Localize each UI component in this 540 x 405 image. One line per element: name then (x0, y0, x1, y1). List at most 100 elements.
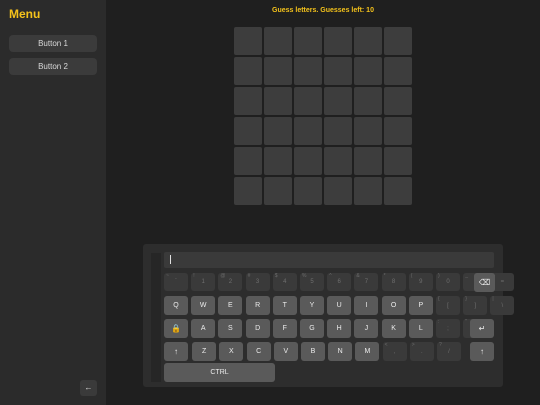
key-v[interactable]: V (273, 342, 298, 361)
key-o[interactable]: O (381, 296, 406, 315)
key-label: 2 (228, 279, 233, 285)
caps-lock-key[interactable]: 🔒 (164, 319, 188, 338)
key-d[interactable]: D (245, 319, 270, 338)
key-label: R (255, 302, 261, 309)
text-caret (170, 255, 171, 264)
key-label: . (420, 348, 423, 355)
grid-cell (384, 177, 412, 205)
key-e[interactable]: E (218, 296, 243, 315)
grid-cell (324, 27, 352, 55)
grid-cell (234, 87, 262, 115)
shift-key-left[interactable]: ↑ (164, 342, 188, 361)
key-symbol: >. (409, 342, 434, 361)
key-shift-symbol: ~ (166, 273, 169, 279)
key-10: (9 (408, 273, 433, 291)
grid-cell (384, 117, 412, 145)
key-label: 8 (391, 279, 396, 285)
key-n[interactable]: N (328, 342, 353, 361)
grid-cell (264, 147, 292, 175)
key-label: G (309, 325, 315, 332)
key-label: Q (173, 302, 179, 309)
grid-cell (324, 177, 352, 205)
grid-cell (294, 177, 322, 205)
key-1: ~ ` (164, 273, 188, 291)
key-x[interactable]: X (219, 342, 244, 361)
key-shift-symbol: ( (410, 273, 413, 279)
key-k[interactable]: K (381, 319, 406, 338)
key-t[interactable]: T (272, 296, 297, 315)
key-label: Z (202, 348, 207, 355)
grid-cell (264, 177, 292, 205)
grid-cell (294, 27, 322, 55)
key-label: ; (447, 325, 449, 332)
backspace-key[interactable]: ⌫ (474, 273, 495, 292)
key-a[interactable]: A (191, 319, 216, 338)
key-j[interactable]: J (354, 319, 379, 338)
key-label: D (255, 325, 261, 332)
key-label: M (364, 348, 371, 355)
key-label: X (229, 348, 234, 355)
key-label: O (390, 302, 397, 309)
key-p[interactable]: P (408, 296, 433, 315)
grid-cell (294, 57, 322, 85)
key-f[interactable]: F (272, 319, 297, 338)
key-5: $4 (272, 273, 297, 291)
key-label: U (336, 302, 342, 309)
button-2[interactable]: Button 2 (9, 58, 97, 75)
key-9: * 8 (381, 273, 406, 291)
grid-cell (234, 147, 262, 175)
key-q[interactable]: Q (164, 296, 188, 315)
key-shift-symbol: } (465, 296, 467, 302)
grid-cell (234, 57, 262, 85)
key-y[interactable]: Y (300, 296, 324, 315)
key-shift-symbol: @ (220, 273, 226, 279)
enter-key[interactable]: ↵ (470, 319, 494, 338)
key-label: \ (501, 302, 504, 309)
keyboard-text-input[interactable] (164, 252, 494, 268)
key-w[interactable]: W (191, 296, 216, 315)
key-label: J (364, 325, 369, 332)
arrow-left-icon: ← (84, 383, 93, 392)
key-c[interactable]: C (246, 342, 271, 361)
key-label: I (365, 302, 368, 309)
grid-cell (264, 117, 292, 145)
key-label: 3 (255, 279, 260, 285)
key-z[interactable]: Z (192, 342, 217, 361)
key-symbol: ? / (437, 342, 461, 361)
key-label: ` (175, 279, 177, 285)
key-shift-symbol: ! (193, 273, 195, 279)
button-1[interactable]: Button 1 (9, 35, 97, 52)
key-g[interactable]: G (300, 319, 324, 338)
key-h[interactable]: H (327, 319, 352, 338)
grid-cell (264, 27, 292, 55)
grid-cell (294, 147, 322, 175)
shift-up-arrow-icon: ↑ (174, 346, 178, 356)
key-label: L (418, 325, 423, 332)
grid-cell (324, 87, 352, 115)
key-b[interactable]: B (301, 342, 325, 361)
key-label: W (199, 302, 207, 309)
lock-icon: 🔒 (171, 323, 181, 333)
key-shift-symbol: _ (465, 273, 468, 279)
key-s[interactable]: S (218, 319, 243, 338)
grid-cell (324, 147, 352, 175)
key-r[interactable]: R (245, 296, 270, 315)
grid-cell (324, 117, 352, 145)
key-shift-symbol: : (438, 319, 440, 325)
letter-grid (234, 27, 412, 205)
enter-icon: ↵ (478, 323, 486, 333)
grid-cell (354, 177, 382, 205)
shift-key-right[interactable]: ↑ (470, 342, 494, 361)
key-m[interactable]: M (355, 342, 380, 361)
backspace-icon: ⌫ (478, 277, 491, 287)
grid-cell (234, 177, 262, 205)
key-11: ) 0 (436, 273, 460, 291)
collapse-sidebar-button[interactable]: ← (80, 380, 97, 396)
key-i[interactable]: I (354, 296, 379, 315)
key-l[interactable]: L (408, 319, 433, 338)
key-label: P (418, 302, 424, 309)
key-u[interactable]: U (327, 296, 352, 315)
grid-cell (294, 117, 322, 145)
ctrl-key[interactable]: CTRL (164, 363, 275, 382)
key-shift-symbol: | (492, 296, 494, 302)
